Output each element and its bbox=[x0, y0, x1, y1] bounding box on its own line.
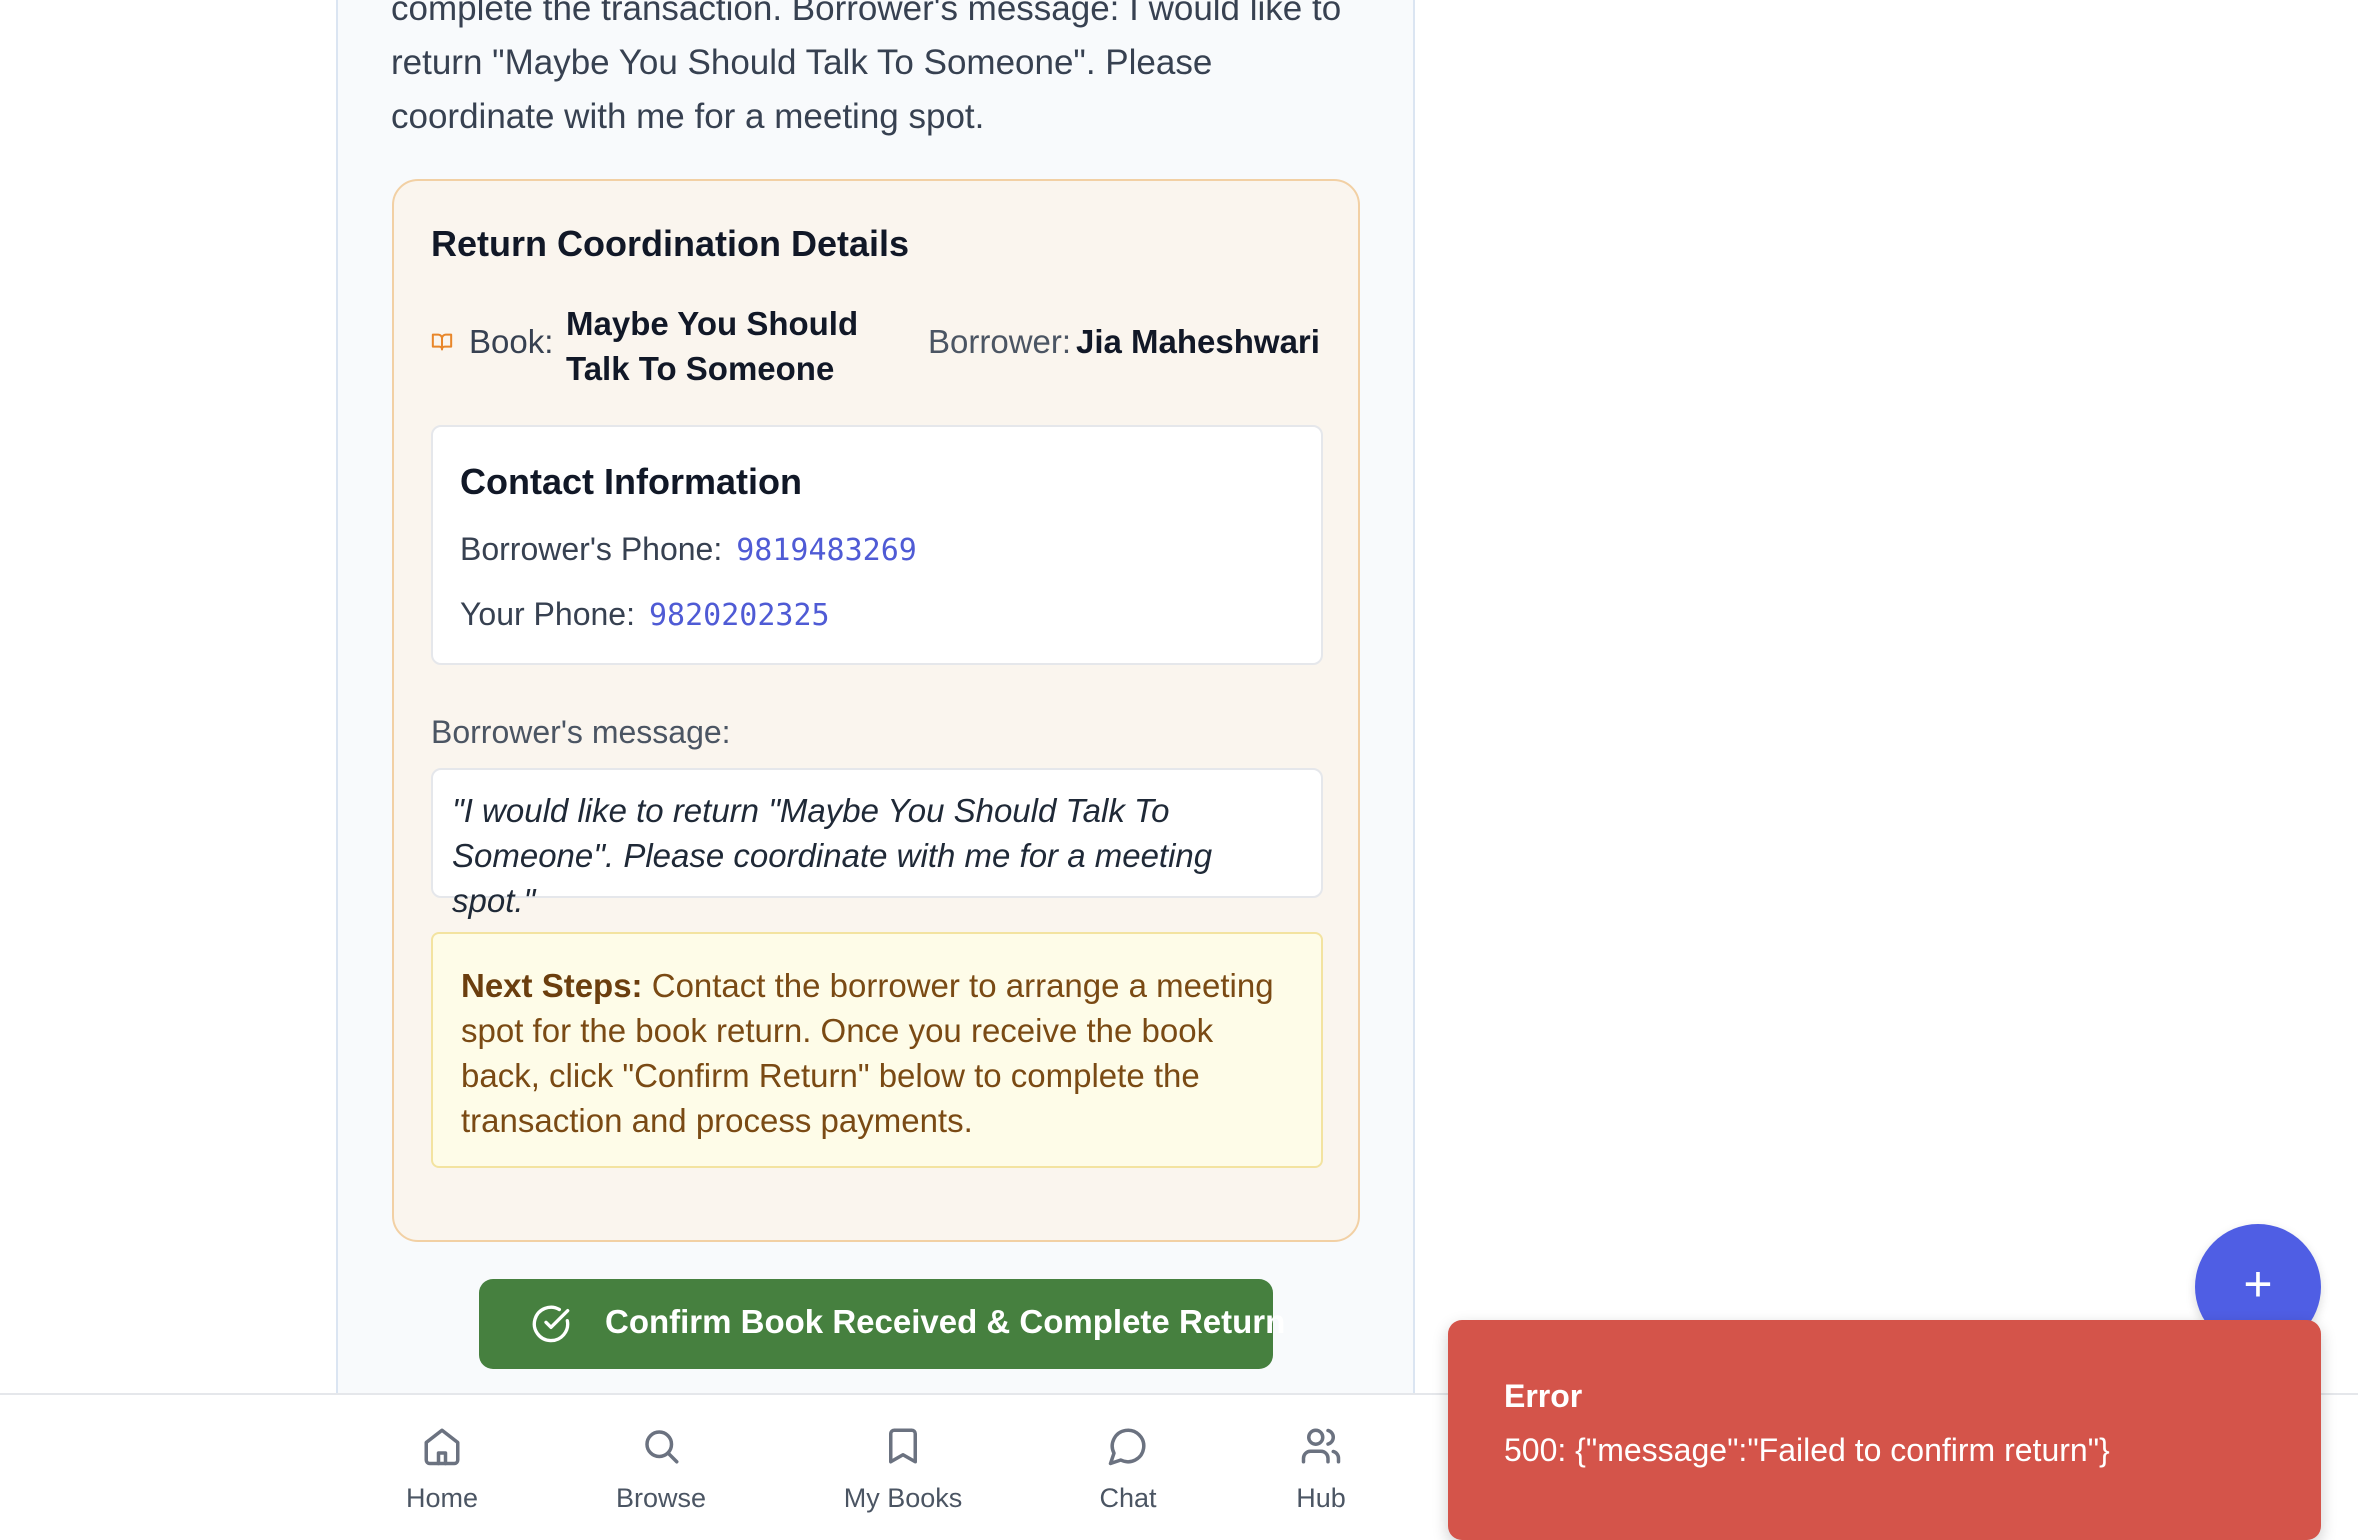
card-title: Return Coordination Details bbox=[431, 223, 910, 264]
nav-hub-label: Hub bbox=[1296, 1483, 1346, 1513]
borrower-phone-row: Borrower's Phone: 9819483269 bbox=[460, 531, 917, 568]
error-toast-title: Error bbox=[1504, 1378, 1583, 1414]
borrower-name: Jia Maheshwari bbox=[1076, 323, 1320, 360]
plus-icon: + bbox=[2243, 1256, 2273, 1312]
check-circle-icon bbox=[532, 1305, 570, 1343]
nav-home-label: Home bbox=[405, 1483, 479, 1513]
nav-hub[interactable]: Hub bbox=[1241, 1425, 1401, 1521]
transaction-message-text: complete the transaction. Borrower's mes… bbox=[391, 0, 1342, 136]
borrower-message-label: Borrower's message: bbox=[431, 714, 731, 750]
confirm-return-button[interactable]: Confirm Book Received & Complete Return bbox=[479, 1279, 1285, 1369]
nav-home[interactable]: Home bbox=[362, 1425, 522, 1521]
users-icon bbox=[1301, 1428, 1341, 1464]
nav-chat[interactable]: Chat bbox=[1048, 1425, 1208, 1521]
book-label: Book: bbox=[469, 323, 554, 360]
nav-my-books[interactable]: My Books bbox=[823, 1425, 983, 1521]
next-steps-notice: Next Steps: Contact the borrower to arra… bbox=[431, 932, 1323, 1168]
error-toast-message: 500: {"message":"Failed to confirm retur… bbox=[1504, 1432, 2110, 1468]
borrower-label: Borrower: bbox=[928, 323, 1072, 360]
next-steps-label: Next Steps: bbox=[461, 967, 643, 1004]
borrower-phone-link[interactable]: 9819483269 bbox=[736, 533, 917, 568]
home-icon bbox=[424, 1428, 460, 1466]
return-coordination-card: Return Coordination Details Book: Maybe … bbox=[392, 179, 1360, 1242]
nav-chat-label: Chat bbox=[1099, 1483, 1157, 1513]
nav-browse[interactable]: Browse bbox=[581, 1425, 741, 1521]
borrower-phone-label: Borrower's Phone: bbox=[460, 531, 723, 567]
book-open-icon bbox=[431, 333, 453, 351]
your-phone-label: Your Phone: bbox=[460, 596, 635, 632]
search-icon bbox=[645, 1430, 679, 1464]
chat-bubble-icon bbox=[1108, 1428, 1146, 1466]
your-phone-row: Your Phone: 9820202325 bbox=[460, 596, 830, 633]
book-borrower-row: Book: Maybe You Should Talk To Someone B… bbox=[431, 301, 1331, 391]
nav-browse-label: Browse bbox=[615, 1483, 707, 1513]
bookmark-icon bbox=[889, 1428, 917, 1464]
error-toast[interactable]: Error 500: {"message":"Failed to confirm… bbox=[1448, 1320, 2321, 1540]
book-title: Maybe You Should Talk To Someone bbox=[566, 305, 859, 387]
contact-information-box: Contact Information Borrower's Phone: 981… bbox=[431, 425, 1323, 665]
borrower-message-box: "I would like to return "Maybe You Shoul… bbox=[431, 768, 1323, 919]
contact-title: Contact Information bbox=[460, 461, 802, 502]
nav-my-books-label: My Books bbox=[843, 1483, 963, 1513]
confirm-return-label: Confirm Book Received & Complete Return bbox=[605, 1303, 1286, 1340]
your-phone-link[interactable]: 9820202325 bbox=[649, 598, 830, 633]
